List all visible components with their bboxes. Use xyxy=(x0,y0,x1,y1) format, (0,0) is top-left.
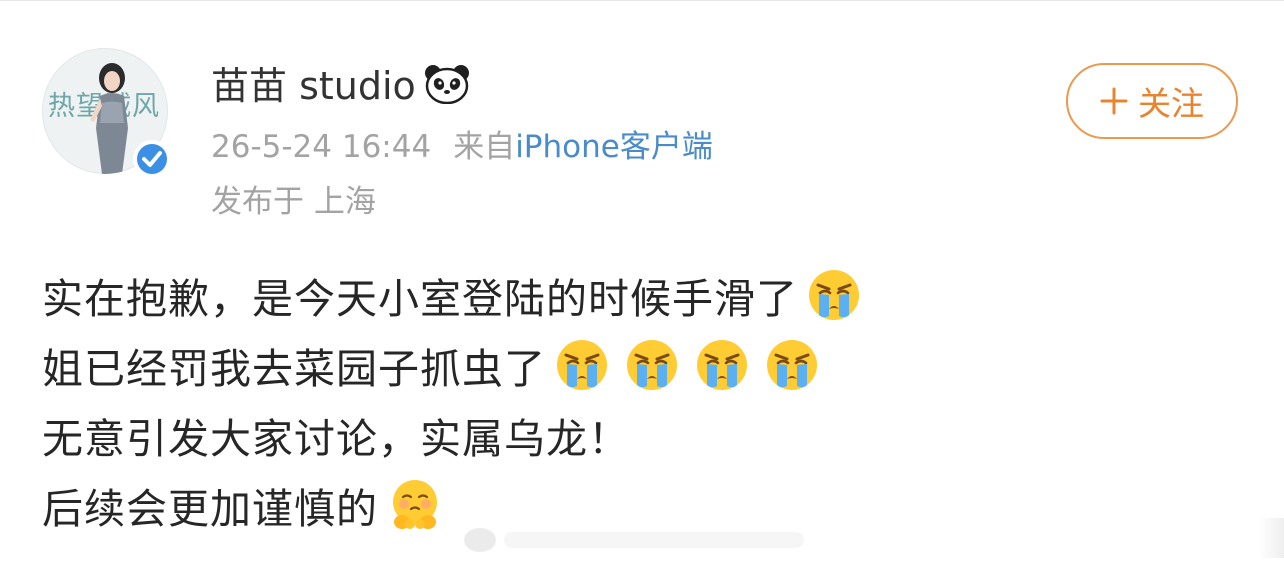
edge-mark xyxy=(1258,518,1284,558)
post-line-text: 无意引发大家讨论，实属乌龙！ xyxy=(42,415,630,463)
post-line: 姐已经罚我去菜园子抓虫了 xyxy=(42,330,862,400)
crying-face-icon xyxy=(554,337,610,393)
source-prefix: 来自 xyxy=(453,129,516,165)
crying-face-icon xyxy=(694,337,750,393)
top-divider xyxy=(0,0,1284,1)
post-line: 实在抱歉，是今天小室登陆的时候手滑了 xyxy=(42,260,862,330)
crying-face-icon xyxy=(624,337,680,393)
post-body: 实在抱歉，是今天小室登陆的时候手滑了 姐已经罚我去菜园子抓虫了 无意引发大家讨论… xyxy=(42,260,862,540)
watermark-logo xyxy=(462,522,822,562)
post-line-text: 实在抱歉，是今天小室登陆的时候手滑了 xyxy=(42,275,798,323)
plus-icon xyxy=(1100,87,1128,115)
post-line-text: 姐已经罚我去菜园子抓虫了 xyxy=(42,345,546,393)
location-text: 发布于 上海 xyxy=(211,184,376,220)
crying-face-icon xyxy=(764,337,820,393)
crying-face-icon xyxy=(806,267,862,323)
follow-button[interactable]: 关注 xyxy=(1066,63,1238,139)
post-line-text: 后续会更加谨慎的 xyxy=(42,485,378,533)
panda-icon xyxy=(424,64,470,108)
embarrassed-face-icon xyxy=(386,476,444,534)
follow-label: 关注 xyxy=(1138,84,1204,123)
author-row: 苗苗 studio xyxy=(211,60,470,112)
timestamp: 26-5-24 16:44 xyxy=(211,129,432,165)
post-meta: 26-5-24 16:44 来自iPhone客户端 xyxy=(211,124,713,170)
author-name[interactable]: 苗苗 studio xyxy=(211,60,416,112)
post-line: 无意引发大家讨论，实属乌龙！ xyxy=(42,400,862,470)
source-device-link[interactable]: iPhone客户端 xyxy=(515,129,713,165)
verified-check-icon xyxy=(133,140,171,178)
